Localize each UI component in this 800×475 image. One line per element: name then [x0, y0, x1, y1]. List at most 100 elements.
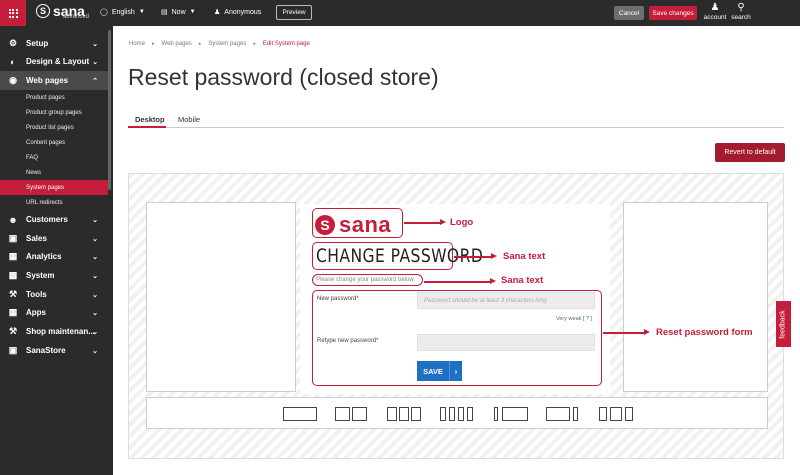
sidebar-scrollbar[interactable]	[108, 30, 111, 190]
form-save-button[interactable]: SAVE ›	[417, 361, 462, 381]
sidebar-item-tools[interactable]: ⚒ Tools ⌄	[0, 285, 108, 304]
sidebar-item-system[interactable]: ▩ System ⌄	[0, 266, 108, 285]
footer-block	[573, 407, 578, 421]
chevron-up-icon: ⌃	[92, 77, 98, 85]
calendar-icon: ▤	[161, 9, 168, 16]
revert-to-default-button[interactable]: Revert to default	[715, 143, 785, 162]
globe-icon: ◉	[9, 75, 17, 85]
right-column-placeholder	[623, 202, 768, 392]
change-password-subtitle: Please change your password below	[316, 277, 414, 283]
chevron-down-icon: ⌄	[92, 347, 98, 355]
sidebar-subitem-faq[interactable]: FAQ	[0, 150, 108, 165]
strength-text: Very weak	[556, 316, 582, 322]
account-button[interactable]: ♟ account	[702, 2, 728, 21]
footer-block	[546, 407, 570, 421]
annotation-arrow-head-icon	[490, 278, 496, 284]
breadcrumb-system-pages[interactable]: System pages	[208, 41, 246, 47]
sidebar-subitem-product-list-pages[interactable]: Product list pages	[0, 120, 108, 135]
footer-block	[399, 407, 409, 421]
apps-icon: ▦	[8, 307, 18, 317]
account-label: account	[703, 14, 727, 21]
chevron-down-icon: ⌄	[92, 235, 98, 243]
tab-bar: Desktop Mobile	[128, 110, 784, 128]
gear-icon: ⚙	[8, 38, 18, 48]
breadcrumb-home[interactable]: Home	[129, 41, 145, 47]
subitem-label: Content pages	[26, 139, 66, 146]
breadcrumb-web-pages[interactable]: Web pages	[162, 41, 192, 47]
annotation-arrow-line	[454, 256, 492, 258]
sidebar-item-label: Analytics	[26, 252, 62, 261]
annotation-arrow-head-icon	[491, 253, 497, 259]
footer-block	[599, 407, 607, 421]
search-button[interactable]: ⚲ search	[728, 2, 754, 21]
annotation-sana-text-subtitle: Sana text	[501, 275, 544, 286]
sidebar-item-label: Apps	[26, 308, 46, 317]
account-icon: ♟	[710, 2, 720, 13]
top-bar: S sana advanced ◯ English ▼ ▤ Now ▼ ♟ An…	[0, 0, 800, 26]
user-selector[interactable]: ♟ Anonymous	[214, 8, 262, 17]
sidebar-subitem-product-pages[interactable]: Product pages	[0, 90, 108, 105]
breadcrumb-separator-icon: ▸	[152, 41, 155, 47]
sidebar-subitem-url-redirects[interactable]: URL redirects	[0, 195, 108, 210]
footer-block	[352, 407, 367, 421]
language-label: English	[111, 8, 135, 16]
sidebar-item-label: Sales	[26, 234, 47, 243]
retype-password-input[interactable]	[417, 334, 595, 351]
new-password-input[interactable]: Password should be at least 3 characters…	[417, 292, 595, 309]
footer-block	[387, 407, 397, 421]
sidebar-item-shop-maintenance[interactable]: ⚒ Shop maintenan... ⌄	[0, 322, 108, 341]
chevron-down-icon: ⌄	[92, 309, 98, 317]
logo-subtitle: advanced	[62, 14, 89, 20]
preview-logo: S sana	[315, 212, 391, 238]
active-tab-indicator	[128, 126, 166, 128]
tab-mobile[interactable]: Mobile	[178, 115, 200, 124]
sidebar-item-design-layout[interactable]: ◐ Design & Layout ⌄	[0, 52, 108, 71]
sidebar-item-analytics[interactable]: ▦ Analytics ⌄	[0, 247, 108, 266]
footer-block	[440, 407, 446, 421]
annotation-arrow-line	[424, 281, 491, 283]
sidebar-item-label: SanaStore	[26, 346, 66, 355]
preview-button[interactable]: Preview	[276, 5, 312, 20]
sidebar-item-sanastore[interactable]: ▣ SanaStore ⌄	[0, 341, 108, 360]
date-selector[interactable]: ▤ Now ▼	[161, 8, 196, 17]
wrench-icon: ⚒	[8, 289, 18, 299]
app-grid-button[interactable]	[0, 0, 26, 26]
cancel-button[interactable]: Cancel	[614, 6, 644, 20]
sidebar-item-apps[interactable]: ▦ Apps ⌄	[0, 303, 108, 322]
sidebar-item-setup[interactable]: ⚙ Setup ⌄	[0, 34, 108, 53]
sidebar-subitem-system-pages[interactable]: System pages	[0, 180, 108, 195]
page-title: Reset password (closed store)	[128, 64, 439, 90]
user-label: Anonymous	[224, 8, 262, 16]
footer-block	[283, 407, 317, 421]
sidebar-subitem-content-pages[interactable]: Content pages	[0, 135, 108, 150]
sidebar-subitem-news[interactable]: News	[0, 165, 108, 180]
footer-block	[458, 407, 464, 421]
user-icon: ♟	[214, 9, 221, 16]
save-changes-button[interactable]: Save changes	[649, 6, 697, 20]
footer-placeholder	[146, 397, 768, 429]
chevron-down-icon: ⌄	[92, 272, 98, 280]
sidebar-item-label: Customers	[26, 215, 68, 224]
sidebar-item-label: Tools	[26, 290, 47, 299]
new-password-label: New password*	[317, 296, 359, 302]
language-selector[interactable]: ◯ English ▼	[100, 8, 145, 17]
feedback-tab[interactable]: feedback	[776, 301, 791, 347]
sana-logo-icon: S	[36, 4, 50, 18]
footer-block	[625, 407, 633, 421]
date-label: Now	[171, 8, 186, 16]
strength-help-link[interactable]: [ ? ]	[583, 316, 592, 322]
maintenance-icon: ⚒	[8, 326, 18, 336]
cart-icon: ▣	[8, 233, 18, 243]
tab-desktop[interactable]: Desktop	[135, 115, 165, 124]
sidebar-subitem-product-group-pages[interactable]: Product group pages	[0, 105, 108, 120]
breadcrumb-current: Edit System page	[262, 41, 310, 47]
preview-logo-text: sana	[339, 212, 392, 237]
sidebar-item-customers[interactable]: ☻ Customers ⌄	[0, 210, 108, 229]
chevron-down-icon: ⌄	[92, 253, 98, 261]
chevron-down-icon: ⌄	[92, 40, 98, 48]
sidebar-item-sales[interactable]: ▣ Sales ⌄	[0, 229, 108, 248]
globe-icon: ◯	[100, 9, 108, 16]
footer-block	[502, 407, 528, 421]
sidebar-item-web-pages[interactable]: ◉ Web pages ⌃	[0, 71, 108, 90]
chevron-down-icon: ⌄	[92, 328, 98, 336]
